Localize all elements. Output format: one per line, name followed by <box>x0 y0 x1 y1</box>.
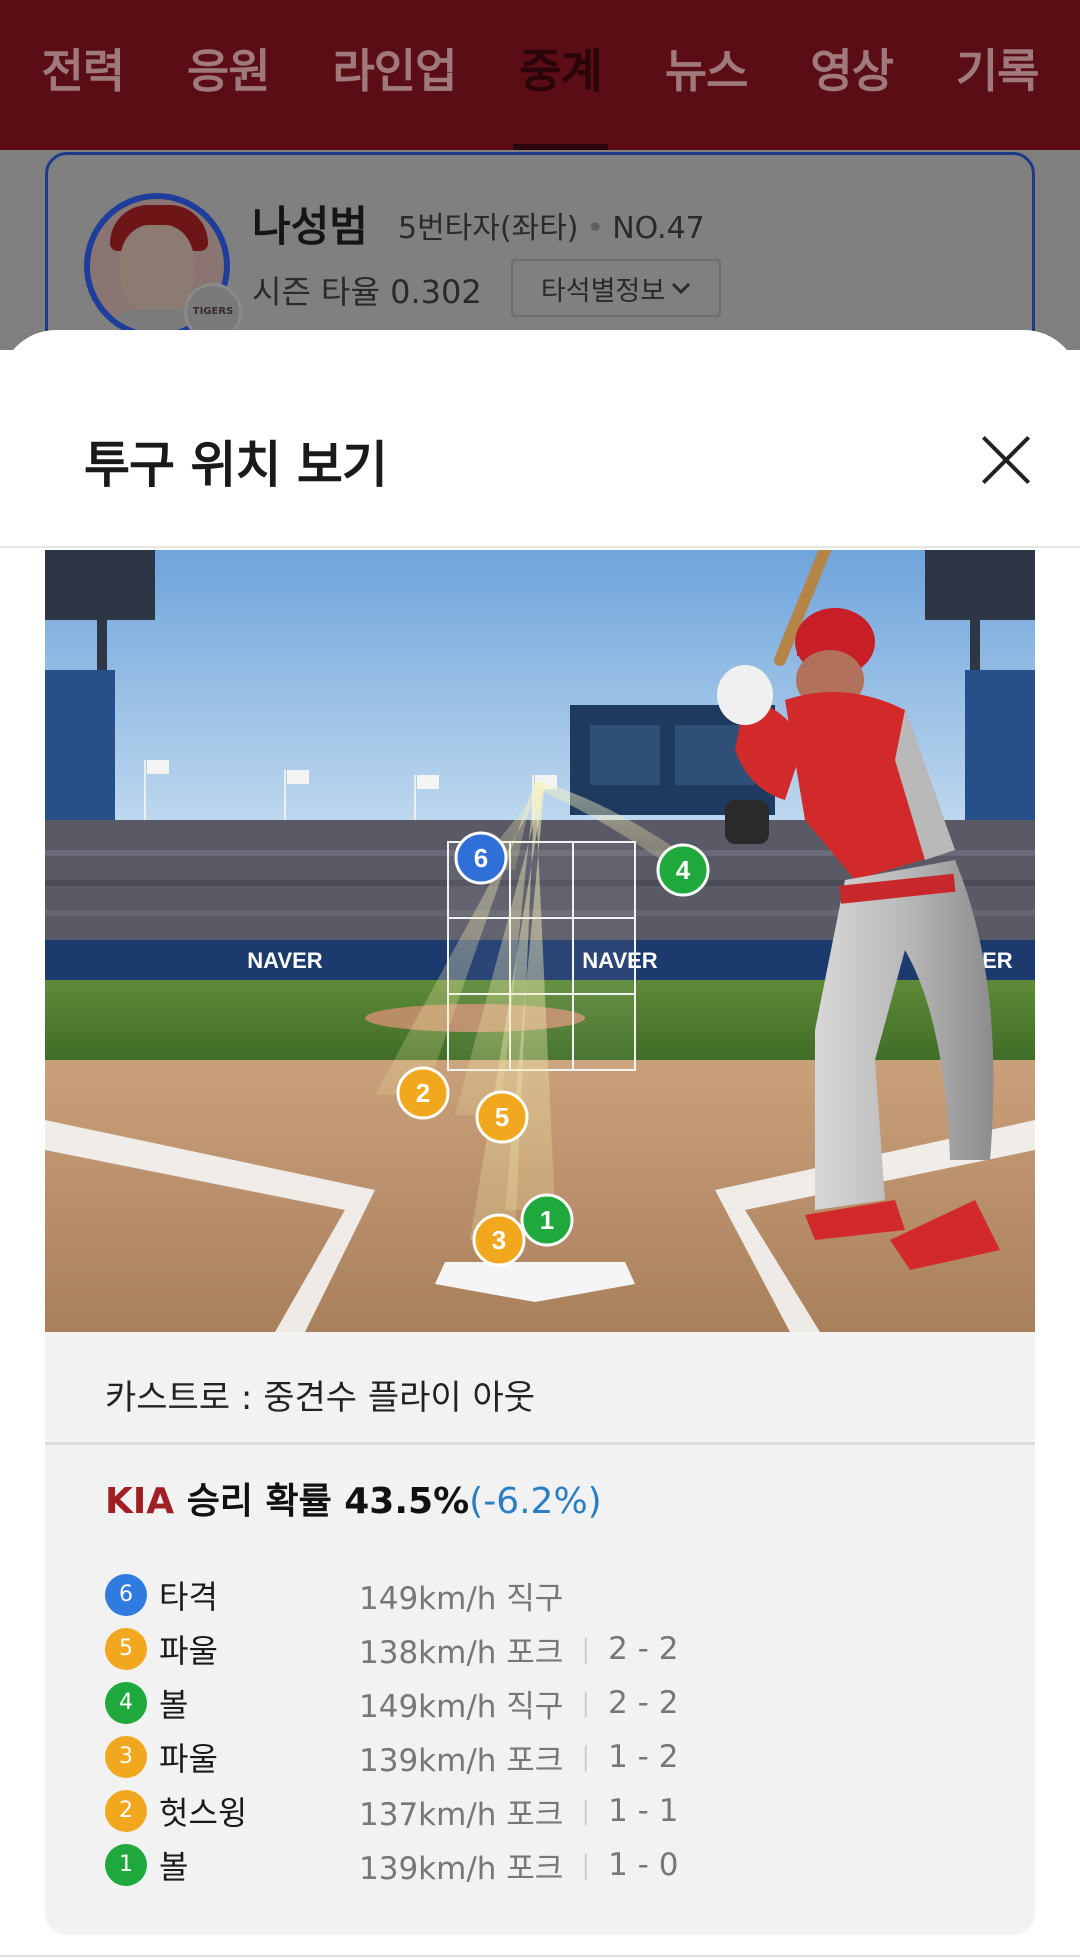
team-name: KIA <box>105 1481 175 1522</box>
pitch-info: 139km/h 포크 <box>359 1742 564 1779</box>
svg-text:3: 3 <box>492 1225 506 1255</box>
top-nav: 전력 응원 라인업 중계 뉴스 영상 기록 <box>0 0 1080 150</box>
tab-lineup-strength[interactable]: 전력 <box>35 0 130 150</box>
pitch-info: 149km/h 직구 <box>359 1688 564 1725</box>
pitch-result: 파울 <box>159 1632 218 1670</box>
pitch-number-badge: 3 <box>105 1736 147 1778</box>
player-name: 나성범 <box>252 202 368 251</box>
tab-broadcast[interactable]: 중계 <box>513 0 608 150</box>
at-bat-info-button[interactable]: 타석별정보 <box>511 259 721 317</box>
win-probability: KIA 승리 확률 43.5%(-6.2%) <box>105 1472 602 1524</box>
list-item: 2 헛스윙 137km/h 포크 | 1 - 1 <box>105 1784 1005 1838</box>
pitch-marker-6[interactable]: 6 <box>454 831 508 885</box>
face-shape <box>120 225 194 315</box>
play-result: 카스트로 : 중견수 플라이 아웃 <box>105 1378 536 1418</box>
win-prob-label: 승리 확률 43.5% <box>186 1481 470 1522</box>
separator: | <box>581 1796 591 1826</box>
light-tower-right <box>925 550 1035 620</box>
pitch-count: 1 - 1 <box>608 1793 679 1829</box>
pitch-marker-1[interactable]: 1 <box>520 1193 574 1247</box>
sheet-title: 투구 위치 보기 <box>84 436 388 494</box>
pitch-location-image: NAVER NAVER NAVER <box>45 550 1035 1332</box>
pitch-info: 149km/h 직구 <box>359 1580 564 1617</box>
svg-text:2: 2 <box>416 1078 430 1108</box>
dot-separator: • <box>586 211 605 246</box>
ad-text-1: NAVER <box>247 948 322 973</box>
pitch-result: 헛스윙 <box>159 1794 248 1832</box>
pitch-info: 138km/h 포크 <box>359 1634 564 1671</box>
result-panel: 카스트로 : 중견수 플라이 아웃 KIA 승리 확률 43.5%(-6.2%)… <box>45 1332 1035 1935</box>
pitch-result: 타격 <box>159 1578 218 1616</box>
separator: | <box>581 1688 591 1718</box>
pitch-count: 1 - 2 <box>608 1739 679 1775</box>
list-item: 3 파울 139km/h 포크 | 1 - 2 <box>105 1730 1005 1784</box>
win-prob-delta: (-6.2%) <box>469 1481 602 1522</box>
tab-cheer[interactable]: 응원 <box>181 0 276 150</box>
pitch-count: 2 - 2 <box>608 1685 679 1721</box>
tab-records[interactable]: 기록 <box>950 0 1045 150</box>
at-bat-info-label: 타석별정보 <box>540 275 666 307</box>
player-meta: 5번타자(좌타) • NO.47 <box>398 203 705 247</box>
pitch-count: 1 - 0 <box>608 1847 679 1883</box>
close-icon[interactable] <box>978 432 1034 488</box>
field-scene: NAVER NAVER NAVER <box>45 550 1035 1332</box>
pitch-result: 볼 <box>159 1848 189 1886</box>
pitch-marker-2[interactable]: 2 <box>396 1066 450 1120</box>
pitch-marker-5[interactable]: 5 <box>475 1090 529 1144</box>
chevron-down-icon <box>672 282 691 295</box>
list-item: 1 볼 139km/h 포크 | 1 - 0 <box>105 1838 1005 1892</box>
batting-order: 5번타자(좌타) <box>398 211 579 246</box>
pitch-result: 파울 <box>159 1740 218 1778</box>
pitch-marker-3[interactable]: 3 <box>472 1213 526 1267</box>
pitch-number-badge: 5 <box>105 1628 147 1670</box>
pitch-marker-4[interactable]: 4 <box>656 843 710 897</box>
season-average: 시즌 타율 0.302 <box>252 273 482 311</box>
pitch-list: 6 타격 149km/h 직구 5 파울 138km/h 포크 | 2 - 2 … <box>105 1568 1005 1892</box>
pitch-number-badge: 2 <box>105 1790 147 1832</box>
tab-news[interactable]: 뉴스 <box>659 0 754 150</box>
pitch-number-badge: 4 <box>105 1682 147 1724</box>
player-number: NO.47 <box>612 211 705 246</box>
light-tower-left <box>45 550 155 620</box>
tab-video[interactable]: 영상 <box>804 0 899 150</box>
pitch-result: 볼 <box>159 1686 189 1724</box>
separator: | <box>581 1742 591 1772</box>
tab-lineup[interactable]: 라인업 <box>326 0 462 150</box>
separator: | <box>581 1850 591 1880</box>
list-item: 5 파울 138km/h 포크 | 2 - 2 <box>105 1622 1005 1676</box>
divider <box>0 1955 1080 1957</box>
svg-text:4: 4 <box>676 855 691 885</box>
divider <box>45 1442 1035 1445</box>
list-item: 4 볼 149km/h 직구 | 2 - 2 <box>105 1676 1005 1730</box>
list-item: 6 타격 149km/h 직구 <box>105 1568 1005 1622</box>
svg-text:5: 5 <box>495 1102 509 1132</box>
pitch-count: 2 - 2 <box>608 1631 679 1667</box>
pitch-info: 137km/h 포크 <box>359 1796 564 1833</box>
pitch-info: 139km/h 포크 <box>359 1850 564 1887</box>
divider <box>0 546 1080 548</box>
separator: | <box>581 1634 591 1664</box>
svg-text:6: 6 <box>474 843 488 873</box>
pitch-number-badge: 1 <box>105 1844 147 1886</box>
pitch-number-badge: 6 <box>105 1574 147 1616</box>
svg-text:1: 1 <box>540 1205 554 1235</box>
